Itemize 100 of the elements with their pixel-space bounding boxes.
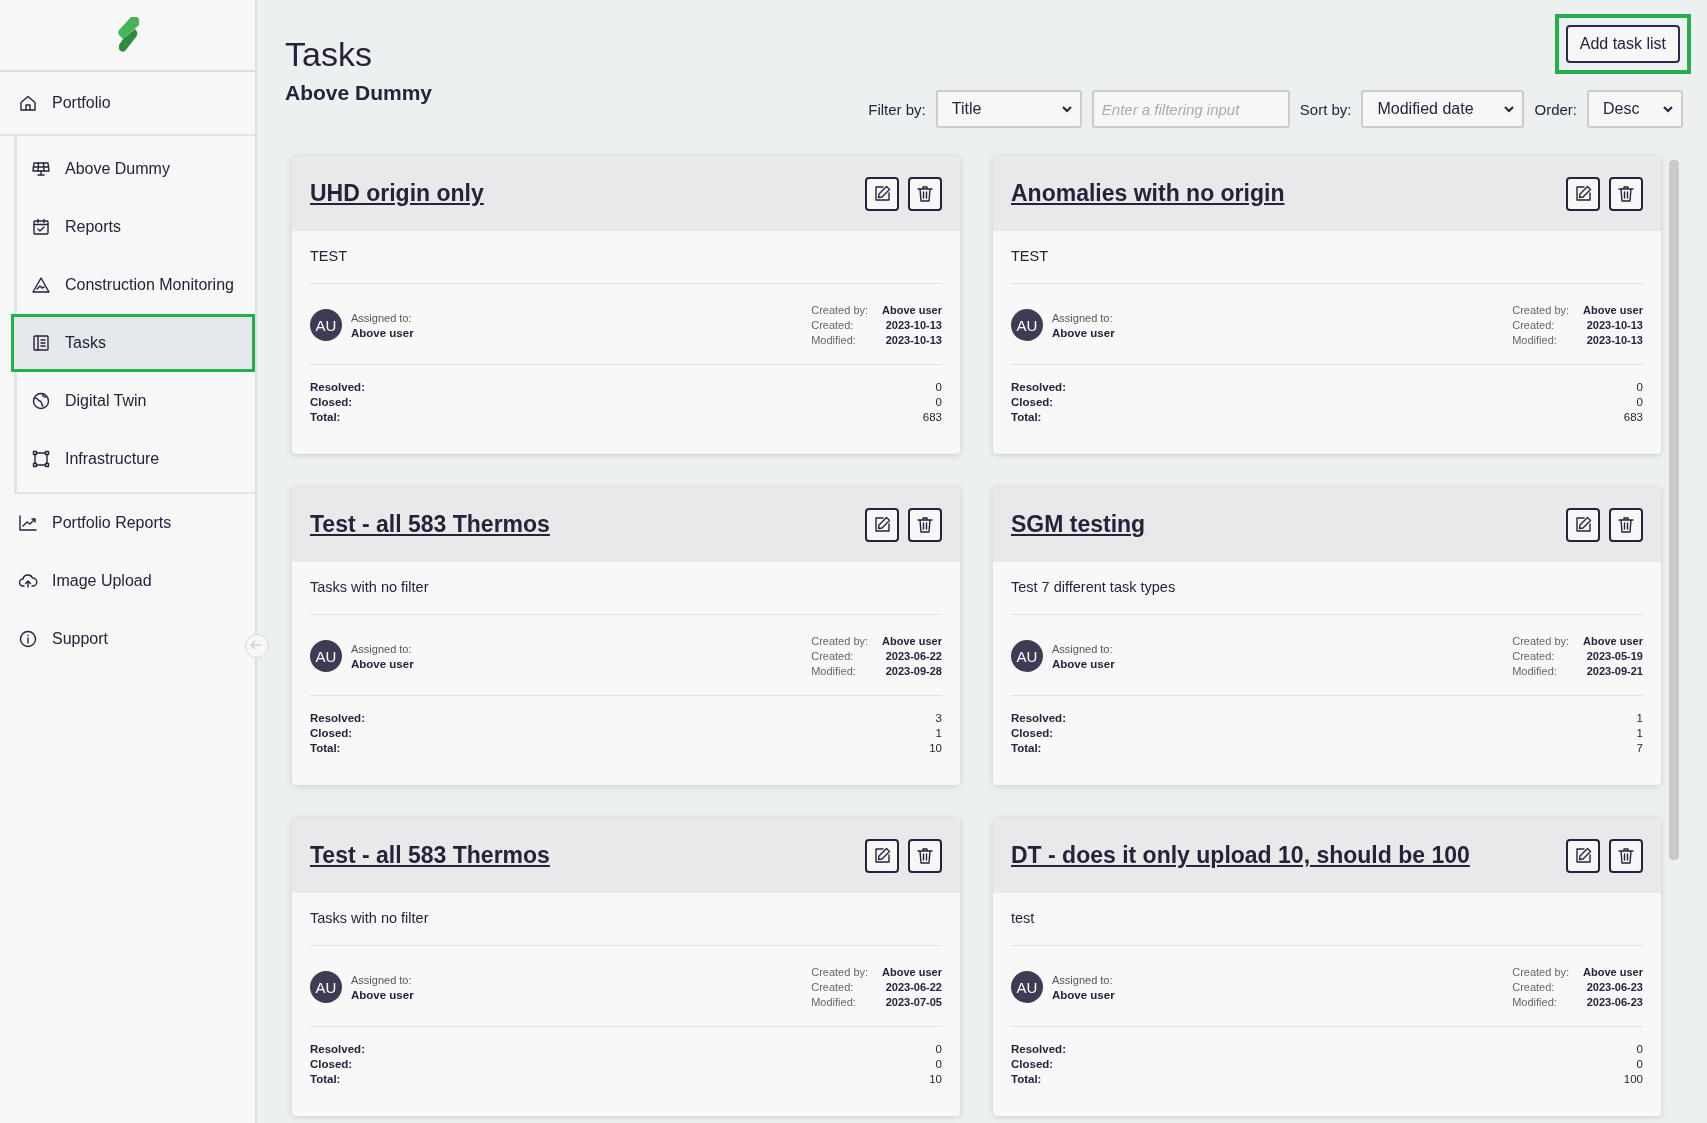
meta-label: Modified: — [811, 334, 857, 346]
edit-icon — [872, 845, 892, 866]
meta-label: Created: — [811, 319, 855, 331]
sidebar-nav-item[interactable]: Above Dummy — [11, 140, 255, 198]
meta-label: Modified: — [811, 996, 857, 1008]
edit-icon — [1573, 514, 1593, 535]
edit-icon — [1573, 845, 1593, 866]
sort-label: Sort by: — [1299, 100, 1352, 118]
assigned-label: Assigned to: — [1052, 642, 1114, 655]
meta-label: Created by: — [1512, 304, 1570, 316]
meta-label: Created by: — [1512, 966, 1570, 978]
meta-value: 2023-06-22 — [884, 981, 942, 993]
edit-button[interactable] — [865, 838, 899, 873]
task-list-description: TEST — [310, 231, 942, 284]
order-dropdown[interactable]: Desc — [1587, 90, 1683, 128]
sidebar-nav-item[interactable]: Support — [0, 610, 255, 668]
delete-button[interactable] — [908, 838, 942, 873]
sidebar-nav-item[interactable]: Digital Twin — [11, 372, 255, 430]
assigned-user: Above user — [351, 326, 414, 339]
meta-value: 2023-05-19 — [1585, 650, 1643, 662]
edit-button[interactable] — [1566, 507, 1600, 542]
sidebar-nav-item[interactable]: Reports — [11, 198, 255, 256]
task-list-description: TEST — [1011, 231, 1643, 284]
task-list-title-link[interactable]: Test - all 583 Thermos — [310, 511, 550, 538]
delete-button[interactable] — [908, 507, 942, 542]
stat-label: Total: — [310, 742, 342, 754]
task-list-title-link[interactable]: UHD origin only — [310, 180, 484, 207]
meta-label: Modified: — [1512, 334, 1558, 346]
task-list-title-link[interactable]: Test - all 583 Thermos — [310, 842, 550, 869]
chart-icon — [18, 513, 38, 533]
stat-value: 3 — [934, 712, 942, 724]
globe-icon — [31, 391, 51, 411]
page-subtitle: Above Dummy — [285, 81, 433, 106]
stat-value: 1 — [934, 727, 942, 739]
meta-value: Above user — [882, 304, 942, 316]
meta-value: 2023-09-28 — [884, 665, 942, 677]
assigned-label: Assigned to: — [1052, 973, 1114, 986]
sidebar-nav-item[interactable]: Construction Monitoring — [11, 256, 255, 314]
task-list-title-link[interactable]: SGM testing — [1011, 511, 1146, 538]
assigned-user: Above user — [351, 988, 414, 1001]
stat-label: Closed: — [1011, 1058, 1055, 1070]
meta-value: Above user — [882, 966, 942, 978]
delete-button[interactable] — [1609, 838, 1643, 873]
caret-icon — [1061, 105, 1072, 113]
sort-dropdown[interactable]: Modified date — [1361, 90, 1525, 128]
stat-value: 10 — [929, 742, 942, 754]
stat-label: Resolved: — [310, 1043, 366, 1055]
sidebar-nav-item[interactable]: Infrastructure — [11, 430, 255, 488]
assigned-label: Assigned to: — [351, 973, 413, 986]
stat-value: 10 — [929, 1073, 942, 1085]
meta-value: 2023-10-13 — [884, 334, 942, 346]
add-task-list-button[interactable]: Add task list — [1565, 25, 1680, 63]
info-icon — [18, 629, 38, 649]
assigned-user: Above user — [1052, 657, 1115, 670]
assigned-label: Assigned to: — [1052, 311, 1114, 324]
sidebar-nav-item[interactable]: Image Upload — [0, 552, 255, 610]
frame-icon — [31, 449, 51, 469]
stat-label: Closed: — [310, 1058, 354, 1070]
order-label: Order: — [1534, 100, 1577, 118]
delete-button[interactable] — [1609, 176, 1643, 211]
delete-button[interactable] — [908, 176, 942, 211]
scrollbar-thumb[interactable] — [1669, 160, 1679, 860]
stat-label: Resolved: — [1011, 712, 1067, 724]
meta-label: Created: — [811, 650, 855, 662]
avatar-initials: AU — [310, 309, 342, 341]
task-list-title-link[interactable]: Anomalies with no origin — [1011, 180, 1285, 207]
meta-value: 2023-06-22 — [884, 650, 942, 662]
meta-label: Created by: — [1512, 635, 1570, 647]
edit-button[interactable] — [865, 176, 899, 211]
meta-label: Created by: — [811, 304, 869, 316]
filter-dropdown[interactable]: Title — [935, 90, 1082, 128]
meta-value: Above user — [1583, 304, 1643, 316]
stat-label: Closed: — [1011, 396, 1055, 408]
meta-value: 2023-06-23 — [1585, 996, 1643, 1008]
avatar-initials: AU — [1011, 971, 1043, 1003]
page-title: Tasks — [285, 36, 373, 74]
stat-value: 0 — [1635, 396, 1643, 408]
sidebar-nav-item[interactable]: Portfolio Reports — [0, 494, 255, 552]
meta-value: 2023-10-13 — [1585, 334, 1643, 346]
stat-label: Closed: — [1011, 727, 1055, 739]
edit-button[interactable] — [865, 507, 899, 542]
assigned-user: Above user — [351, 657, 414, 670]
meta-value: 2023-10-13 — [1585, 319, 1643, 331]
stat-value: 683 — [922, 411, 942, 423]
meta-label: Created: — [1512, 650, 1556, 662]
filter-input[interactable]: Enter a filtering input — [1091, 90, 1290, 128]
meta-label: Modified: — [1512, 996, 1558, 1008]
stat-value: 0 — [934, 1043, 942, 1055]
calendar-icon — [31, 217, 51, 237]
stat-label: Total: — [1011, 1073, 1043, 1085]
avatar-initials: AU — [1011, 640, 1043, 672]
edit-button[interactable] — [1566, 838, 1600, 873]
trash-icon — [1616, 183, 1636, 204]
sidebar-nav-item[interactable]: Tasks — [11, 314, 255, 372]
stat-value: 1 — [1636, 727, 1643, 739]
trash-icon — [1616, 514, 1636, 535]
edit-button[interactable] — [1566, 176, 1600, 211]
sidebar-nav-item[interactable]: Portfolio — [0, 74, 255, 132]
delete-button[interactable] — [1609, 507, 1643, 542]
task-list-description: Tasks with no filter — [310, 893, 942, 946]
